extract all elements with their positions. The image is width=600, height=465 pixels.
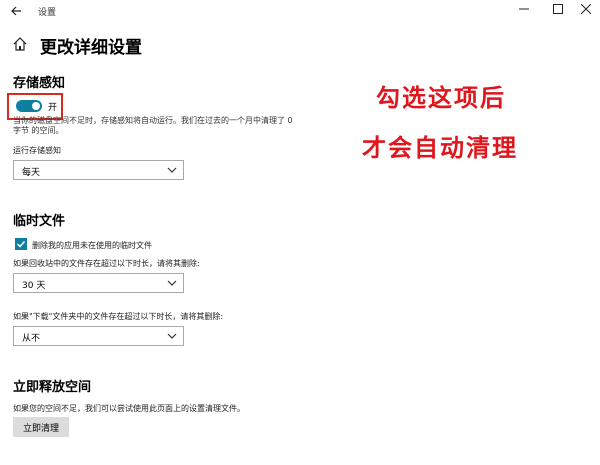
storage-sense-heading: 存储感知 [13, 76, 66, 91]
close-button[interactable] [570, 0, 600, 22]
annotation-line-1: 勾选这项后 [376, 84, 506, 112]
back-button[interactable] [8, 3, 24, 19]
app-title: 设置 [38, 8, 57, 18]
dropdown-value: 每天 [22, 168, 41, 178]
maximize-icon [553, 4, 563, 14]
chevron-down-icon [167, 280, 177, 286]
free-space-description: 如果您的空间不足，我们可以尝试使用此页面上的设置清理文件。 [13, 404, 245, 413]
chevron-down-icon [167, 167, 177, 173]
downloads-dropdown[interactable]: 从不 [13, 326, 184, 346]
delete-unused-temp-label: 删除我的应用未在使用的临时文件 [32, 241, 152, 250]
dropdown-value: 30 天 [22, 281, 46, 291]
annotation-line-2: 才会自动清理 [362, 134, 518, 162]
minimize-button[interactable] [508, 0, 540, 22]
back-arrow-icon [11, 6, 21, 16]
dropdown-value: 从不 [22, 334, 41, 344]
temp-files-heading: 临时文件 [13, 214, 66, 229]
recycle-bin-label: 如果回收站中的文件存在超过以下时长，请将其删除: [13, 259, 200, 268]
run-storage-sense-dropdown[interactable]: 每天 [13, 160, 184, 180]
page-title: 更改详细设置 [40, 38, 142, 58]
clean-now-button[interactable]: 立即清理 [13, 417, 69, 437]
run-storage-sense-label: 运行存储感知 [13, 146, 61, 155]
free-space-heading: 立即释放空间 [13, 380, 92, 395]
downloads-label: 如果"下载"文件夹中的文件存在超过以下时长，请将其删除: [13, 312, 224, 321]
toggle-knob [32, 102, 40, 110]
home-icon[interactable] [12, 36, 28, 52]
toggle-state-label: 开 [48, 103, 58, 113]
close-icon [580, 3, 592, 15]
title-bar: 设置 [0, 0, 600, 22]
delete-unused-temp-checkbox[interactable] [15, 238, 27, 250]
chevron-down-icon [167, 333, 177, 339]
minimize-icon [519, 8, 529, 10]
checkmark-icon [16, 240, 26, 248]
recycle-bin-dropdown[interactable]: 30 天 [13, 273, 184, 293]
storage-sense-toggle[interactable] [16, 100, 42, 112]
storage-sense-description: 当你的磁盘空间不足时，存储感知将自动运行。我们在过去的一个月中清理了 0 字节 … [13, 116, 293, 135]
